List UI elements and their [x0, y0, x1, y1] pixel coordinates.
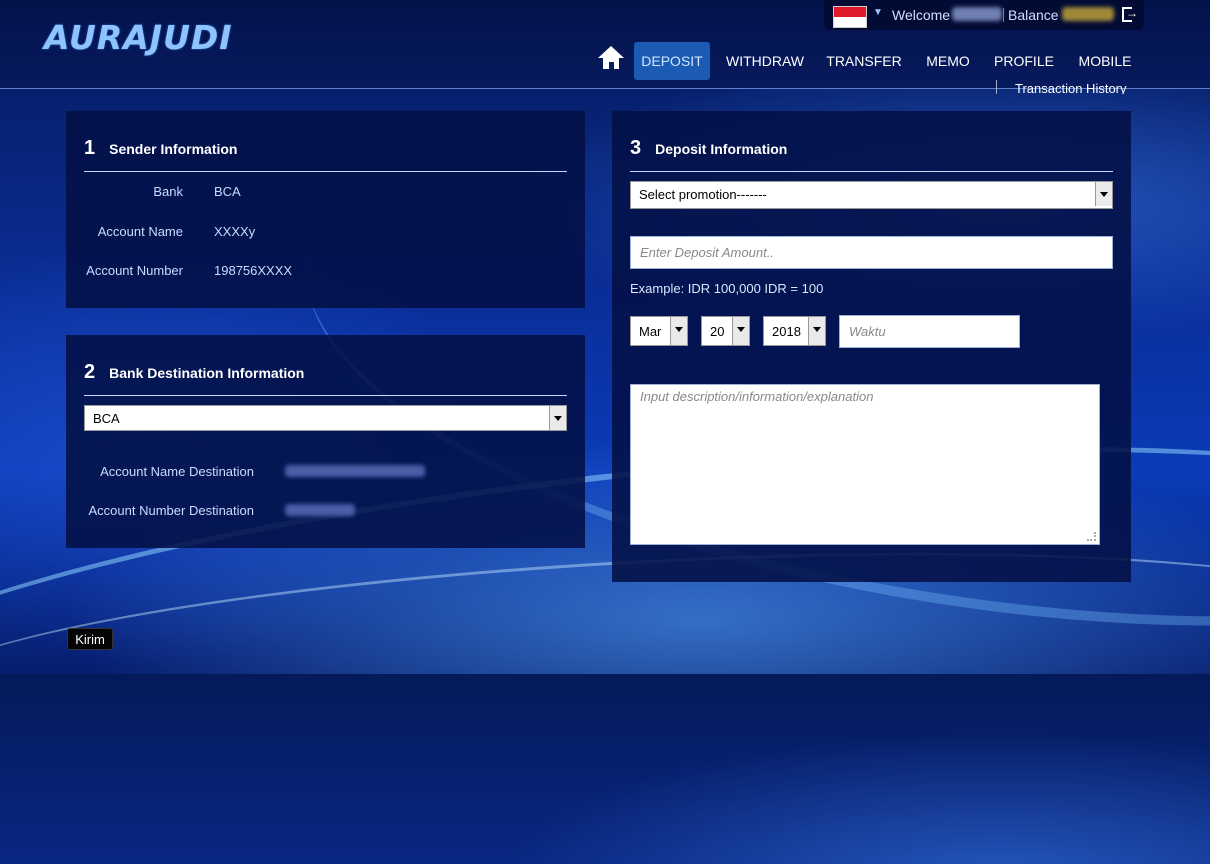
account-name-destination-redacted — [285, 465, 425, 477]
chevron-down-icon[interactable]: ▼ — [873, 7, 883, 18]
divider — [84, 171, 567, 172]
account-name-label: Account Name — [97, 224, 183, 239]
nav-deposit[interactable]: DEPOSIT — [634, 42, 710, 80]
deposit-information-panel: 3 Deposit Information Select promotion---… — [612, 111, 1131, 582]
home-icon[interactable] — [598, 46, 626, 72]
year-select[interactable]: 2018 — [763, 316, 826, 346]
balance-value-redacted — [1062, 7, 1114, 21]
nav-profile[interactable]: PROFILE — [990, 42, 1058, 80]
account-number-destination-label: Account Number Destination — [88, 503, 254, 518]
account-name-destination-label: Account Name Destination — [100, 464, 254, 479]
nav-transfer[interactable]: TRANSFER — [822, 42, 906, 80]
nav-mobile[interactable]: MOBILE — [1072, 42, 1138, 80]
welcome-label: Welcome — [892, 7, 951, 23]
resize-handle-icon[interactable] — [1087, 532, 1096, 541]
account-topbar: ▼ Welcome Balance → — [824, 0, 1144, 30]
dropdown-arrow-icon[interactable] — [732, 317, 749, 345]
dropdown-arrow-icon[interactable] — [670, 317, 687, 345]
submit-button[interactable]: Kirim — [67, 628, 113, 650]
divider — [84, 395, 567, 396]
nav-memo[interactable]: MEMO — [920, 42, 976, 80]
bank-value: BCA — [214, 184, 241, 199]
bank-label: Bank — [153, 184, 183, 199]
account-number-label: Account Number — [86, 263, 183, 278]
logout-icon[interactable]: → — [1122, 6, 1138, 22]
sender-information-panel: 1 Sender Information Bank BCA Account Nam… — [66, 111, 585, 308]
username-redacted — [952, 7, 1002, 21]
dropdown-arrow-icon[interactable] — [1095, 182, 1112, 206]
account-name-value: XXXXy — [214, 224, 256, 239]
panel-title: 3 Deposit Information — [630, 137, 788, 159]
indonesia-flag-icon[interactable] — [833, 6, 867, 28]
account-number-value: 198756XXXX — [214, 263, 293, 278]
month-select[interactable]: Mar — [630, 316, 688, 346]
nav-withdraw[interactable]: WITHDRAW — [722, 42, 808, 80]
site-logo[interactable]: AURAJUDI — [44, 18, 233, 57]
subnav-transaction-history[interactable]: Transaction History — [996, 80, 1127, 94]
promotion-select[interactable]: Select promotion------- — [630, 181, 1113, 209]
site-header: AURAJUDI ▼ Welcome Balance → DEPOSIT WIT… — [0, 0, 1210, 89]
panel-title: 1 Sender Information — [84, 137, 238, 159]
bank-destination-panel: 2 Bank Destination Information BCA Accoun… — [66, 335, 585, 548]
amount-example-text: Example: IDR 100,000 IDR = 100 — [630, 281, 824, 296]
description-textarea[interactable]: Input description/information/explanatio… — [630, 384, 1100, 545]
dropdown-arrow-icon[interactable] — [808, 317, 825, 345]
time-input[interactable]: Waktu — [839, 315, 1020, 348]
dropdown-arrow-icon[interactable] — [549, 406, 566, 430]
panel-title: 2 Bank Destination Information — [84, 361, 305, 383]
deposit-amount-input[interactable]: Enter Deposit Amount.. — [630, 236, 1113, 269]
divider — [630, 171, 1113, 172]
account-number-destination-redacted — [285, 504, 355, 516]
destination-bank-select[interactable]: BCA — [84, 405, 567, 431]
day-select[interactable]: 20 — [701, 316, 750, 346]
balance-label: Balance — [1008, 7, 1059, 23]
